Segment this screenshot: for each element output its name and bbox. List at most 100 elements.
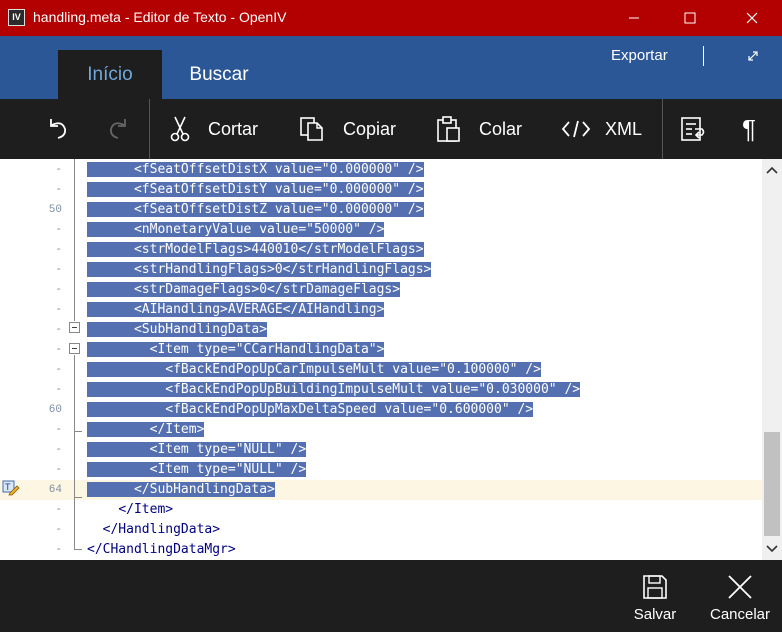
code-content: <strDamageFlags>0</strDamageFlags> <box>133 282 401 297</box>
line-number: - <box>55 444 62 456</box>
code-line[interactable]: - <Item type="CCarHandlingData"> <box>0 340 762 360</box>
code-content: <Item type="NULL" /> <box>149 442 307 457</box>
undo-icon <box>50 119 67 139</box>
code-line[interactable]: - <fBackEndPopUpCarImpulseMult value="0.… <box>0 360 762 380</box>
toolbar: Cortar Copiar Colar XML ¶ <box>0 99 782 159</box>
code-line[interactable]: - <SubHandlingData> <box>0 320 762 340</box>
tab-buscar[interactable]: Buscar <box>164 50 274 99</box>
code-line[interactable]: - </HandlingData> <box>0 520 762 540</box>
line-number: - <box>55 264 62 276</box>
code-indent <box>87 442 150 457</box>
fold-toggle-item[interactable] <box>69 343 80 354</box>
line-number: 60 <box>48 404 62 416</box>
window-title: handling.meta - Editor de Texto - OpenIV <box>33 9 287 25</box>
code-brackets-icon <box>561 120 591 138</box>
scroll-up-button[interactable] <box>762 159 782 181</box>
code-line[interactable]: - <Item type="NULL" /> <box>0 460 762 480</box>
code-text: <Item type="NULL" /> <box>87 460 307 480</box>
line-number: - <box>55 544 62 556</box>
line-number: - <box>55 384 62 396</box>
line-number: - <box>55 364 62 376</box>
cut-button[interactable]: Cortar <box>168 99 258 159</box>
code-indent <box>87 322 134 337</box>
save-button[interactable]: Salvar <box>627 560 683 632</box>
line-number: - <box>55 464 62 476</box>
code-indent <box>87 302 134 317</box>
code-content: </CHandlingDataMgr> <box>87 542 236 557</box>
redo-icon <box>109 119 126 139</box>
paragraph-button[interactable]: ¶ <box>742 99 756 159</box>
code-text: <strDamageFlags>0</strDamageFlags> <box>87 280 401 300</box>
maximize-button[interactable] <box>662 0 718 36</box>
scroll-down-button[interactable] <box>762 538 782 560</box>
code-text: <AIHandling>AVERAGE</AIHandling> <box>87 300 385 320</box>
redo-button[interactable] <box>106 99 130 159</box>
code-text: <fBackEndPopUpBuildingImpulseMult value=… <box>87 380 581 400</box>
code-content: <strModelFlags>440010</strModelFlags> <box>133 242 424 257</box>
ribbon-bar: Início Buscar Exportar <box>0 36 782 99</box>
text-editor[interactable]: - <fSeatOffsetDistX value="0.000000" /> -… <box>0 159 782 560</box>
code-content: <fBackEndPopUpCarImpulseMult value="0.10… <box>165 362 541 377</box>
tab-inicio[interactable]: Início <box>58 50 162 99</box>
code-line[interactable]: - <AIHandling>AVERAGE</AIHandling> <box>0 300 762 320</box>
code-line[interactable]: - <fBackEndPopUpBuildingImpulseMult valu… <box>0 380 762 400</box>
code-line[interactable]: - </Item> <box>0 420 762 440</box>
code-line[interactable]: - <strModelFlags>440010</strModelFlags> <box>0 240 762 260</box>
line-number: - <box>55 164 62 176</box>
code-text: <strHandlingFlags>0</strHandlingFlags> <box>87 260 432 280</box>
code-indent <box>87 202 134 217</box>
code-indent <box>87 222 134 237</box>
code-text: <SubHandlingData> <box>87 320 268 340</box>
maximize-icon <box>684 12 696 24</box>
code-line[interactable]: - <fSeatOffsetDistX value="0.000000" /> <box>0 160 762 180</box>
toolbar-divider <box>149 99 150 159</box>
save-icon <box>643 575 667 599</box>
expand-button[interactable] <box>743 46 763 66</box>
copy-label: Copiar <box>343 118 397 139</box>
word-wrap-button[interactable] <box>679 99 707 159</box>
cancel-button[interactable]: Cancelar <box>704 560 776 632</box>
vertical-scrollbar[interactable] <box>762 159 782 560</box>
code-content: </Item> <box>149 422 205 437</box>
code-indent <box>87 422 150 437</box>
code-text: <Item type="NULL" /> <box>87 440 307 460</box>
code-line[interactable]: 60 <fBackEndPopUpMaxDeltaSpeed value="0.… <box>0 400 762 420</box>
code-indent <box>87 182 134 197</box>
title-bar: IV handling.meta - Editor de Texto - Ope… <box>0 0 782 36</box>
bottom-bar: Salvar Cancelar <box>0 560 782 632</box>
code-content: <fBackEndPopUpBuildingImpulseMult value=… <box>165 382 581 397</box>
code-content: <fSeatOffsetDistZ value="0.000000" /> <box>133 202 424 217</box>
close-icon <box>746 12 758 24</box>
code-indent <box>87 282 134 297</box>
fold-toggle-subhandlingdata[interactable] <box>69 322 80 333</box>
line-number: - <box>55 524 62 536</box>
save-label: Salvar <box>633 606 677 623</box>
minimize-button[interactable] <box>606 0 662 36</box>
scissors-icon <box>170 116 190 142</box>
code-content: <Item type="NULL" /> <box>149 462 307 477</box>
code-line[interactable]: - <fSeatOffsetDistY value="0.000000" /> <box>0 180 762 200</box>
code-line[interactable]: - <Item type="NULL" /> <box>0 440 762 460</box>
undo-button[interactable] <box>46 99 70 159</box>
code-indent <box>87 402 166 417</box>
copy-button[interactable]: Copiar <box>298 99 396 159</box>
code-text: <nMonetaryValue value="50000" /> <box>87 220 385 240</box>
fold-guide <box>74 498 75 550</box>
code-line[interactable]: - <strDamageFlags>0</strDamageFlags> <box>0 280 762 300</box>
clipboard-icon <box>437 116 460 142</box>
paste-button[interactable]: Colar <box>435 99 522 159</box>
export-button[interactable]: Exportar <box>611 47 668 64</box>
code-line[interactable]: - <nMonetaryValue value="50000" /> <box>0 220 762 240</box>
close-button[interactable] <box>724 0 780 36</box>
code-line[interactable]: 64 </SubHandlingData> <box>0 480 762 500</box>
code-line[interactable]: - <strHandlingFlags>0</strHandlingFlags> <box>0 260 762 280</box>
xml-button[interactable]: XML <box>561 99 642 159</box>
code-text: <fSeatOffsetDistY value="0.000000" /> <box>87 180 424 200</box>
code-line[interactable]: - </Item> <box>0 500 762 520</box>
code-line[interactable]: - </CHandlingDataMgr> <box>0 540 762 560</box>
scroll-thumb[interactable] <box>764 432 780 536</box>
code-line[interactable]: 50 <fSeatOffsetDistZ value="0.000000" /> <box>0 200 762 220</box>
code-indent <box>87 382 166 397</box>
